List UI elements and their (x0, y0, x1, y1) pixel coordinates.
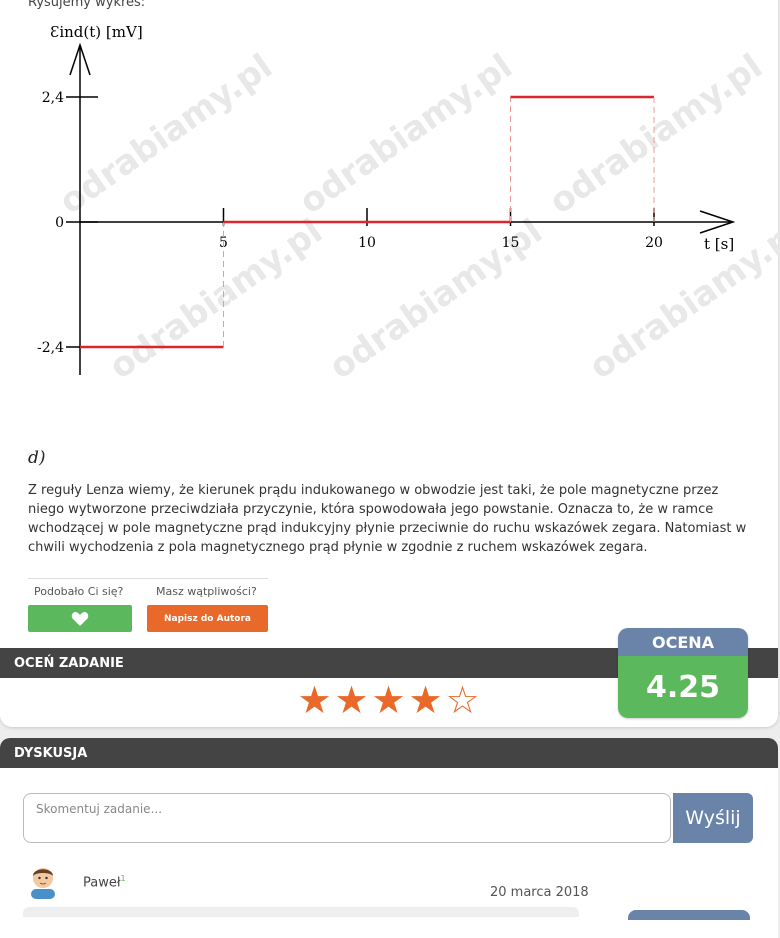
liked-label: Podobało Ci się? (34, 585, 124, 598)
star-empty-icon[interactable]: ☆ (444, 680, 481, 720)
x-tick-label: 20 (645, 235, 663, 251)
comment-date: 20 marca 2018 (490, 885, 589, 900)
star-filled-icon[interactable]: ★ (296, 680, 333, 720)
watermark-text: odrabiamy.pl (582, 211, 780, 387)
watermark-text: odrabiamy.pl (542, 46, 770, 222)
x-axis-label: t [s] (704, 235, 734, 253)
x-tick-label: 10 (358, 235, 376, 251)
star-rating[interactable]: ★ ★ ★ ★ ☆ (296, 680, 481, 720)
watermark-text: odrabiamy.pl (292, 46, 520, 222)
score-value: 4.25 (618, 656, 748, 718)
star-filled-icon[interactable]: ★ (333, 680, 370, 720)
score-box: OCENA 4.25 (618, 628, 748, 718)
doubts-label: Masz wątpliwości? (156, 585, 257, 598)
comment-body (23, 907, 579, 917)
y-tick-label: -2,4 (37, 340, 64, 356)
discussion-header: DYSKUSJA (0, 738, 778, 768)
part-label: d) (28, 448, 46, 468)
heart-icon (71, 611, 89, 626)
y-axis-label: Ɛind(t) [mV] (50, 23, 143, 41)
user-badge: 1 (120, 874, 126, 883)
watermark-text: odrabiamy.pl (52, 46, 280, 222)
comment-input[interactable] (23, 793, 671, 843)
user-avatar (31, 868, 55, 899)
score-label: OCENA (618, 628, 748, 656)
like-button[interactable] (28, 605, 132, 632)
watermarks: odrabiamy.pl odrabiamy.pl odrabiamy.plodra… (52, 46, 780, 387)
comment-user-name: Paweł (83, 875, 121, 891)
explanation-paragraph: Z reguły Lenza wiemy, że kierunek prądu … (28, 483, 747, 555)
watermark-text: odrabiamy.pl (102, 211, 330, 387)
y-tick-label: 2,4 (42, 90, 64, 106)
rate-section-title: OCEŃ ZADANIE (14, 655, 124, 671)
x-tick-label: 15 (502, 235, 520, 251)
comment-action-button[interactable] (628, 910, 750, 920)
send-button[interactable]: Wyślij (673, 793, 753, 843)
star-filled-icon[interactable]: ★ (407, 680, 444, 720)
feedback-divider (28, 578, 268, 579)
star-filled-icon[interactable]: ★ (370, 680, 407, 720)
emf-graph: odrabiamy.pl odrabiamy.pl odrabiamy.plodra… (37, 23, 780, 387)
write-to-author-button[interactable]: Napisz do Autora (147, 605, 268, 632)
y-tick-label: 0 (55, 215, 64, 231)
discussion-title: DYSKUSJA (14, 745, 88, 761)
comment-user[interactable]: Paweł1 (83, 874, 126, 890)
